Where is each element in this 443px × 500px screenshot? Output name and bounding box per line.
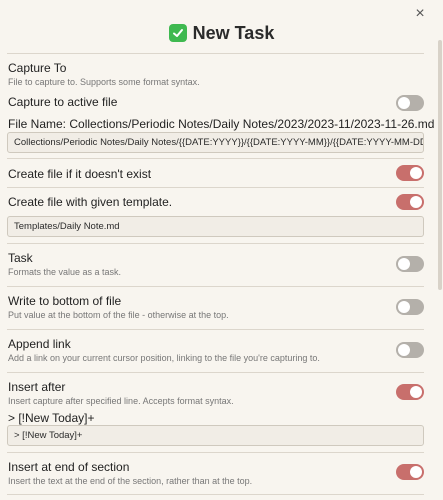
setting-capture-active: Capture to active file (7, 89, 424, 113)
setting-name: Capture To (8, 61, 67, 75)
toggle-knob (398, 97, 410, 109)
setting-capture-to: Capture To File to capture to. Supports … (7, 53, 424, 87)
setting-desc: Insert capture after specified line. Acc… (8, 396, 234, 406)
setting-insert-end-section: Insert at end of section Insert the text… (7, 453, 424, 493)
create-if-missing-toggle[interactable] (396, 165, 424, 181)
setting-desc: File to capture to. Supports some format… (8, 77, 200, 87)
modal-title: New Task (192, 22, 275, 43)
insert-end-section-toggle[interactable] (396, 464, 424, 480)
capture-active-toggle[interactable] (396, 95, 424, 111)
setting-desc: Put value at the bottom of the file - ot… (8, 310, 229, 320)
insert-after-input[interactable]: > [!New Today]+ (7, 425, 424, 446)
setting-name: Task (8, 251, 33, 265)
create-with-template-toggle[interactable] (396, 194, 424, 210)
check-mark-emoji-icon (168, 24, 187, 42)
toggle-knob (398, 301, 410, 313)
toggle-knob (410, 167, 422, 179)
toggle-knob (410, 196, 422, 208)
setting-name: Insert after (8, 380, 66, 394)
setting-create-with-template: Create file with given template. (7, 188, 424, 216)
task-toggle[interactable] (396, 256, 424, 272)
new-task-modal: × New Task Capture To File to capture to… (0, 0, 443, 500)
setting-desc: Add a link on your current cursor positi… (8, 353, 320, 363)
insert-after-toggle[interactable] (396, 384, 424, 400)
setting-append-link: Append link Add a link on your current c… (7, 330, 424, 370)
setting-insert-after: Insert after Insert capture after specif… (7, 373, 424, 413)
toggle-knob (410, 386, 422, 398)
toggle-knob (398, 258, 410, 270)
divider (7, 494, 424, 495)
file-name-input[interactable]: Collections/Periodic Notes/Daily Notes/{… (7, 132, 424, 153)
setting-name: Create file if it doesn't exist (8, 167, 152, 181)
setting-task: Task Formats the value as a task. (7, 244, 424, 284)
setting-desc: Formats the value as a task. (8, 267, 122, 277)
setting-name: Capture to active file (8, 95, 118, 109)
toggle-knob (410, 466, 422, 478)
setting-name: Create file with given template. (8, 195, 173, 209)
setting-desc: Insert the text at the end of the sectio… (8, 476, 253, 486)
append-link-toggle[interactable] (396, 342, 424, 358)
setting-name: Insert at end of section (8, 460, 130, 474)
template-path-input[interactable]: Templates/Daily Note.md (7, 216, 424, 237)
setting-name: Append link (8, 337, 71, 351)
setting-create-if-missing: Create file if it doesn't exist (7, 159, 424, 187)
file-name-label: File Name: Collections/Periodic Notes/Da… (8, 117, 435, 131)
write-bottom-toggle[interactable] (396, 299, 424, 315)
scrollbar[interactable] (438, 40, 442, 290)
insert-after-preview: > [!New Today]+ (8, 411, 95, 425)
setting-name: Write to bottom of file (8, 294, 122, 308)
modal-header: New Task (0, 21, 443, 45)
toggle-knob (398, 344, 410, 356)
setting-write-bottom: Write to bottom of file Put value at the… (7, 287, 424, 327)
